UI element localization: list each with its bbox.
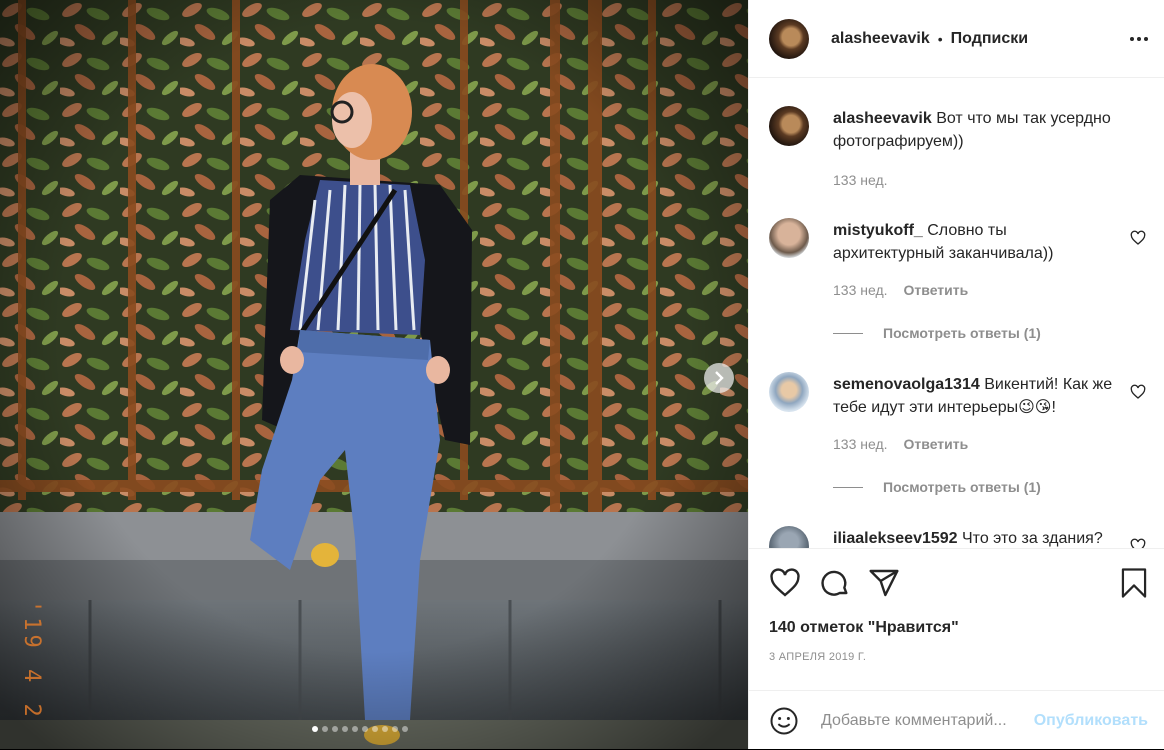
commenter-avatar[interactable]	[769, 372, 809, 412]
publish-button[interactable]: Опубликовать	[1034, 712, 1148, 730]
post-details-panel: alasheevavik • Подписки alasheevavik Вот…	[748, 0, 1164, 749]
like-comment-heart-icon[interactable]	[1130, 230, 1146, 246]
comment-time: 133 нед.	[833, 282, 888, 298]
carousel-dot	[392, 726, 398, 732]
post-date[interactable]: 3 АПРЕЛЯ 2019 Г.	[769, 651, 866, 663]
replies-line	[833, 486, 863, 488]
carousel-indicator	[312, 726, 408, 732]
like-heart-icon[interactable]	[769, 567, 801, 599]
author-avatar[interactable]	[769, 18, 809, 59]
likes-count[interactable]: 140 отметок "Нравится"	[769, 619, 959, 637]
carousel-dot	[322, 726, 328, 732]
carousel-dot	[382, 726, 388, 732]
post-header: alasheevavik • Подписки	[749, 0, 1164, 78]
like-comment-heart-icon[interactable]	[1130, 538, 1146, 548]
carousel-dot	[372, 726, 378, 732]
photo-illustration	[0, 0, 748, 749]
commenter-avatar[interactable]	[769, 218, 809, 258]
caption-username[interactable]: alasheevavik	[833, 110, 932, 127]
more-dots-icon[interactable]	[1130, 31, 1148, 47]
carousel-dot	[342, 726, 348, 732]
comment-input[interactable]	[819, 710, 1034, 731]
carousel-dot	[362, 726, 368, 732]
commenter-avatar[interactable]	[769, 526, 809, 548]
caption-avatar[interactable]	[769, 106, 809, 146]
following-button[interactable]: Подписки	[951, 30, 1028, 48]
comment-time: 133 нед.	[833, 436, 888, 452]
comment-username[interactable]: semenovaolga1314	[833, 376, 980, 393]
share-paper-plane-icon[interactable]	[868, 567, 900, 599]
comment-text: Что это за здания?	[962, 530, 1103, 547]
caption-time: 133 нед.	[833, 172, 888, 188]
carousel-dot	[352, 726, 358, 732]
comment-item: mistyukoff_ Словно ты архитектурный зака…	[769, 218, 1152, 348]
comment-username[interactable]: mistyukoff_	[833, 222, 923, 239]
reply-button[interactable]: Ответить	[904, 436, 969, 452]
header-separator: •	[937, 30, 943, 47]
post-actions: 140 отметок "Нравится" 3 АПРЕЛЯ 2019 Г.	[749, 548, 1164, 689]
replies-line	[833, 332, 863, 334]
view-replies-button[interactable]: Посмотреть ответы (1)	[833, 479, 1041, 495]
caption: alasheevavik Вот что мы так усердно фото…	[769, 106, 1152, 196]
carousel-dot	[312, 726, 318, 732]
like-comment-heart-icon[interactable]	[1130, 384, 1146, 400]
carousel-dot	[332, 726, 338, 732]
comment-bubble-icon[interactable]	[819, 567, 851, 599]
view-replies-label: Посмотреть ответы (1)	[883, 479, 1041, 495]
author-username[interactable]: alasheevavik	[831, 30, 930, 48]
comment-username[interactable]: iliaalekseev1592	[833, 530, 958, 547]
carousel-next-button[interactable]	[704, 363, 734, 393]
comment-item: iliaalekseev1592 Что это за здания?	[769, 526, 1152, 548]
post-photo[interactable]: '19 4 2	[0, 0, 748, 749]
chevron-right-icon	[715, 371, 724, 385]
add-comment-form: Опубликовать	[749, 690, 1164, 750]
comments-list[interactable]: alasheevavik Вот что мы так усердно фото…	[749, 78, 1164, 548]
view-replies-button[interactable]: Посмотреть ответы (1)	[833, 325, 1041, 341]
comment-item: semenovaolga1314 Викентий! Как же тебе и…	[769, 372, 1152, 502]
photo-date-stamp: '19 4 2	[19, 600, 44, 721]
emoji-smiley-icon[interactable]	[769, 706, 799, 736]
carousel-dot	[402, 726, 408, 732]
bookmark-icon[interactable]	[1119, 567, 1149, 599]
reply-button[interactable]: Ответить	[904, 282, 969, 298]
view-replies-label: Посмотреть ответы (1)	[883, 325, 1041, 341]
